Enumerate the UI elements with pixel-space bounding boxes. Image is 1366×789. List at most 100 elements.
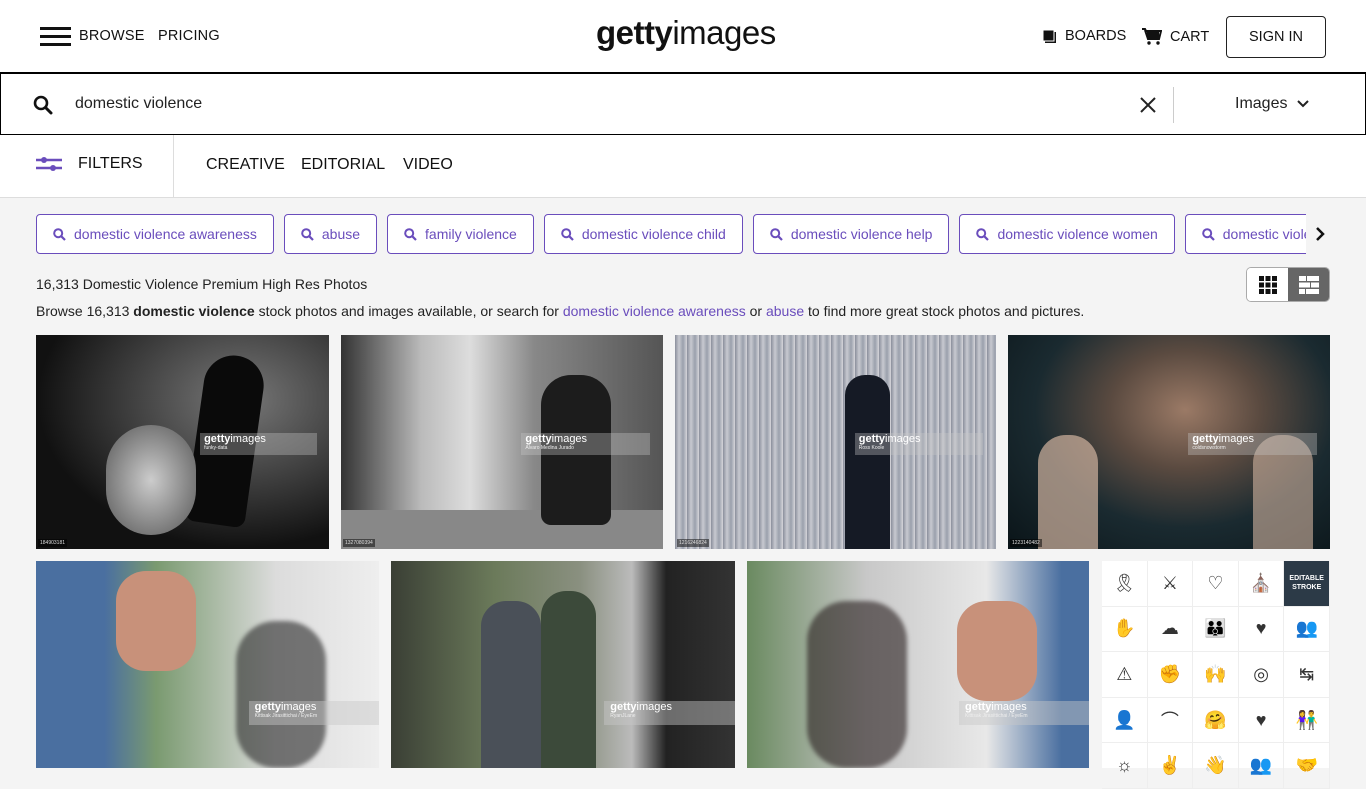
grid-view-button[interactable] (1247, 268, 1288, 301)
filters-button[interactable]: FILTERS (36, 155, 143, 173)
chip-label: domestic violence help (790, 226, 933, 242)
clear-search-icon[interactable] (1137, 94, 1159, 116)
search-icon (1201, 227, 1215, 241)
image-result[interactable]: gettyimages Kittisak Jirasittichai / EyeE… (36, 561, 379, 768)
kneeling-person-icon: ⛪ (1238, 561, 1285, 607)
person-bowing-icon: ⌒ (1147, 697, 1194, 744)
heart-ribbon-icon: ♡ (1193, 561, 1239, 607)
search-input[interactable] (75, 90, 1115, 118)
related-search-chip[interactable]: abuse (283, 214, 378, 254)
image-result[interactable]: gettyimages Kittisak Jirasittichai / EyeE… (747, 561, 1089, 768)
person-holding-icon: 👤 (1102, 697, 1148, 744)
related-search-chip[interactable]: domestic violence help (752, 214, 950, 254)
related-search-chip[interactable]: family violence (387, 214, 534, 254)
logo-bold-text: getty (596, 14, 673, 51)
sun-person-icon: ☼ (1102, 743, 1148, 789)
heart-hand-icon: ♥ (1238, 606, 1285, 653)
chip-label: abuse (321, 226, 361, 242)
image-result[interactable]: gettyimages Ross Koole 1216246824 (675, 335, 996, 549)
cart-label: CART (1170, 28, 1210, 45)
asset-type-label: Images (1235, 95, 1288, 112)
image-result[interactable]: gettyimages funky-data 184903181 (36, 335, 329, 549)
search-bar: Images (0, 74, 1366, 135)
watermark: gettyimages Ross Koole (854, 433, 984, 456)
search-icon (404, 227, 417, 241)
results-description: Browse 16,313 domestic violence stock ph… (36, 303, 1084, 319)
crouching-person (106, 425, 196, 535)
search-icon[interactable] (33, 95, 53, 115)
watermark: gettyimages RyanJLane (604, 701, 735, 725)
image-credit: Alvaro Medina Jurado (525, 445, 574, 452)
people-supporting-icon: 🤝 (1284, 743, 1330, 789)
hand-gesture-icon: ✌ (1147, 743, 1194, 789)
results-heading: 16,313 Domestic Violence Premium High Re… (36, 276, 368, 292)
related-link-abuse[interactable]: abuse (766, 303, 804, 319)
related-search-chip[interactable]: domestic violence awareness (36, 214, 274, 254)
image-id: 1223140482 (1010, 539, 1042, 547)
editable-stroke-badge: EDITABLE STROKE (1284, 561, 1330, 607)
asset-type-dropdown[interactable]: Images (1235, 95, 1310, 113)
clenched-fist (116, 571, 196, 671)
desc-search-term: domestic violence (133, 303, 255, 319)
tab-video[interactable]: VIDEO (403, 156, 453, 174)
mosaic-view-button[interactable] (1288, 268, 1329, 301)
person-threatening-icon: ⚠ (1102, 652, 1148, 698)
tab-creative[interactable]: CREATIVE (206, 156, 285, 174)
image-result[interactable]: gettyimages RyanJLane (391, 561, 735, 768)
image-credit: funky-data (204, 445, 228, 452)
boards-link[interactable]: BOARDS (1042, 28, 1126, 44)
watermark: gettyimages Alvaro Medina Jurado (521, 433, 651, 456)
related-link-awareness[interactable]: domestic violence awareness (563, 303, 746, 319)
image-result-icon-set[interactable]: 🎗 ⚔ ♡ ⛪ EDITABLE STROKE ✋ ☁ 👪 ♥ 👥 ⚠ ✊ 🙌 ◎ ↹ 👤 ⌒ 🤗 ♥ 👫 ☼ ✌ 👋 👥 🤝 (1102, 561, 1330, 789)
search-icon (976, 227, 990, 241)
gettyimages-logo[interactable]: gettyimages (596, 14, 776, 52)
tab-editorial[interactable]: EDITORIAL (301, 156, 385, 174)
related-search-chip[interactable]: domestic violence (1184, 214, 1306, 254)
clenched-fist (957, 601, 1037, 701)
watermark-logo: gettyimages (965, 701, 1027, 713)
cart-link[interactable]: CART (1142, 28, 1209, 45)
search-icon (53, 227, 66, 241)
bed (341, 510, 663, 549)
search-icon (770, 227, 783, 241)
chevron-down-icon (1297, 100, 1310, 108)
chevron-right-icon[interactable] (1310, 224, 1330, 244)
image-result[interactable]: gettyimages Alvaro Medina Jurado 13270803… (341, 335, 663, 549)
pricing-link[interactable]: PRICING (158, 28, 220, 44)
image-id: 184903181 (38, 539, 68, 547)
police-officer (481, 601, 541, 768)
cart-icon (1142, 28, 1162, 45)
chip-label: family violence (425, 226, 517, 242)
boards-icon (1042, 29, 1056, 43)
related-search-chip[interactable]: domestic violence women (959, 214, 1175, 254)
grid-icon (1258, 275, 1277, 294)
hamburger-menu-icon[interactable] (40, 27, 71, 47)
people-group-icon: 👥 (1238, 743, 1285, 789)
sign-in-button[interactable]: SIGN IN (1226, 16, 1326, 58)
mosaic-icon (1298, 275, 1319, 294)
watermark: gettyimages Kittisak Jirasittichai / EyeE… (248, 701, 379, 725)
fighting-people-icon: ⚔ (1147, 561, 1194, 607)
related-search-chip[interactable]: domestic violence child (543, 214, 743, 254)
related-searches: domestic violence awareness abuse family v… (36, 214, 1306, 254)
people-embracing-icon: 👫 (1284, 697, 1330, 744)
image-id: 1216246824 (677, 539, 709, 547)
watermark-logo: gettyimages (1192, 433, 1255, 446)
person-under-cloud-icon: ☁ (1147, 606, 1194, 653)
raised-hand-person-icon: ✋ (1102, 606, 1148, 653)
browse-link[interactable]: BROWSE (79, 28, 145, 44)
person-holding-heart-icon: ♥ (1238, 697, 1285, 744)
image-credit: Kittisak Jirasittichai / EyeEm (965, 713, 1028, 719)
search-icon (301, 227, 314, 241)
desc-mid: stock photos and images available, or se… (254, 303, 563, 319)
watermark-logo: gettyimages (858, 433, 921, 446)
blurred-person (236, 621, 326, 768)
family-icon: 👪 (1193, 606, 1239, 653)
image-result[interactable]: gettyimages coldsnowstorm 1223140482 (1008, 335, 1330, 549)
search-icon (561, 227, 574, 241)
chip-label: domestic violence (1222, 226, 1306, 242)
image-id: 1327080394 (343, 539, 375, 547)
hand-left (1038, 435, 1098, 549)
desc-prefix: Browse 16,313 (36, 303, 134, 319)
watermark: gettyimages funky-data (200, 433, 318, 456)
